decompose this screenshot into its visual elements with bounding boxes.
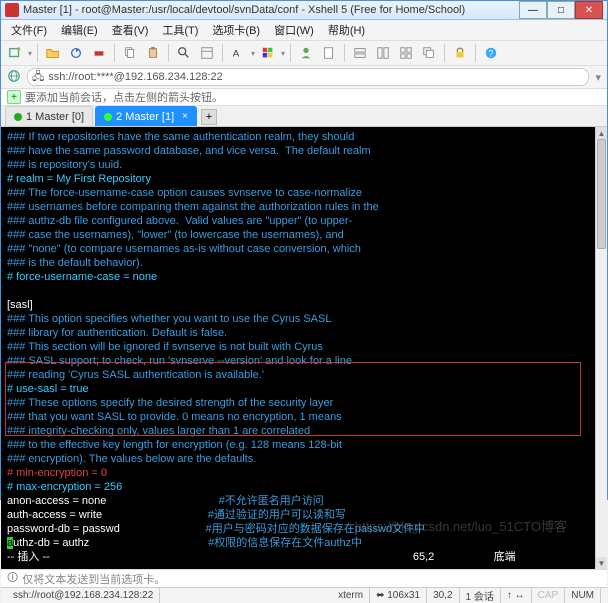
- status-num: NUM: [565, 588, 601, 603]
- status-dot-icon: [104, 113, 112, 121]
- scroll-down-button[interactable]: ▼: [596, 557, 607, 569]
- scroll-up-button[interactable]: ▲: [596, 127, 607, 139]
- tab-master-0[interactable]: 1 Master [0]: [5, 106, 93, 126]
- tab-master-1[interactable]: 2 Master [1] ×: [95, 106, 197, 126]
- add-session-button[interactable]: +: [7, 90, 21, 104]
- xshell-window: Master [1] - root@Master:/usr/local/devt…: [0, 0, 608, 500]
- menu-view[interactable]: 查看(V): [106, 20, 155, 40]
- svg-text:A: A: [233, 49, 240, 60]
- status-cap: CAP: [532, 588, 566, 603]
- status-term: xterm: [332, 588, 370, 603]
- copy-button[interactable]: [120, 43, 140, 63]
- menu-window[interactable]: 窗口(W): [268, 20, 320, 40]
- open-button[interactable]: [43, 43, 63, 63]
- address-field[interactable]: 🖧 ssh://root:****@192.168.234.128:22: [27, 68, 589, 86]
- status-host: ssh://root@192.168.234.128:22: [7, 588, 160, 603]
- compose-hint-bar: 🛈 仅将文本发送到当前选项卡。: [1, 569, 607, 587]
- menu-options[interactable]: 选项卡(B): [206, 20, 266, 40]
- info-icon: 🛈: [7, 569, 18, 588]
- hint-text: 要添加当前会话，点击左侧的箭头按钮。: [25, 89, 223, 105]
- status-enc: 30,2: [427, 588, 459, 603]
- menu-tools[interactable]: 工具(T): [156, 20, 204, 40]
- toolbar: ▾ A ▾ ▾ ?: [1, 41, 607, 66]
- tile-h-button[interactable]: [350, 43, 370, 63]
- tile-grid-button[interactable]: [396, 43, 416, 63]
- color-button[interactable]: [258, 43, 278, 63]
- titlebar[interactable]: Master [1] - root@Master:/usr/local/devt…: [1, 1, 607, 20]
- folder-icon: 🖧: [32, 68, 44, 87]
- size-icon: ⬌: [376, 590, 384, 601]
- tab-close-icon[interactable]: ×: [182, 111, 188, 122]
- menu-file[interactable]: 文件(F): [5, 20, 53, 40]
- minimize-button[interactable]: —: [519, 1, 547, 19]
- font-button[interactable]: A: [228, 43, 248, 63]
- menubar: 文件(F) 编辑(E) 查看(V) 工具(T) 选项卡(B) 窗口(W) 帮助(…: [1, 20, 607, 41]
- scroll-thumb[interactable]: [597, 139, 606, 249]
- status-arrows: ↑ ↔: [501, 588, 532, 603]
- reconnect-button[interactable]: [66, 43, 86, 63]
- lock-button[interactable]: [450, 43, 470, 63]
- svg-text:?: ?: [488, 49, 493, 59]
- new-session-button[interactable]: [5, 43, 25, 63]
- cascade-button[interactable]: [419, 43, 439, 63]
- help-button[interactable]: ?: [481, 43, 501, 63]
- maximize-button[interactable]: □: [547, 1, 575, 19]
- status-size: ⬌ 106x31: [370, 588, 427, 603]
- properties-button[interactable]: [197, 43, 217, 63]
- tab-add-button[interactable]: +: [201, 109, 217, 125]
- status-sessions: 1 会话: [460, 588, 501, 603]
- status-dot-icon: [14, 113, 22, 121]
- session-tabs: 1 Master [0] 2 Master [1] × +: [1, 106, 607, 127]
- vertical-scrollbar[interactable]: ▲ ▼: [595, 127, 607, 569]
- compose-hint-text: 仅将文本发送到当前选项卡。: [22, 571, 165, 587]
- address-value: ssh://root:****@192.168.234.128:22: [48, 71, 222, 83]
- script-button[interactable]: [319, 43, 339, 63]
- disconnect-button[interactable]: [89, 43, 109, 63]
- terminal[interactable]: ### If two repositories have the same au…: [1, 127, 595, 569]
- search-button[interactable]: [174, 43, 194, 63]
- close-button[interactable]: ✕: [575, 1, 603, 19]
- user-button[interactable]: [296, 43, 316, 63]
- window-title: Master [1] - root@Master:/usr/local/devt…: [23, 4, 519, 16]
- menu-edit[interactable]: 编辑(E): [55, 20, 104, 40]
- status-bar: ssh://root@192.168.234.128:22 xterm ⬌ 10…: [1, 587, 607, 603]
- paste-button[interactable]: [143, 43, 163, 63]
- terminal-wrapper: ### If two repositories have the same au…: [1, 127, 607, 569]
- app-icon: [5, 3, 19, 17]
- globe-icon: [7, 69, 21, 86]
- window-controls: — □ ✕: [519, 1, 603, 19]
- tile-v-button[interactable]: [373, 43, 393, 63]
- menu-help[interactable]: 帮助(H): [322, 20, 371, 40]
- address-bar: 🖧 ssh://root:****@192.168.234.128:22 ▾: [1, 66, 607, 89]
- hint-bar: + 要添加当前会话，点击左侧的箭头按钮。: [1, 89, 607, 106]
